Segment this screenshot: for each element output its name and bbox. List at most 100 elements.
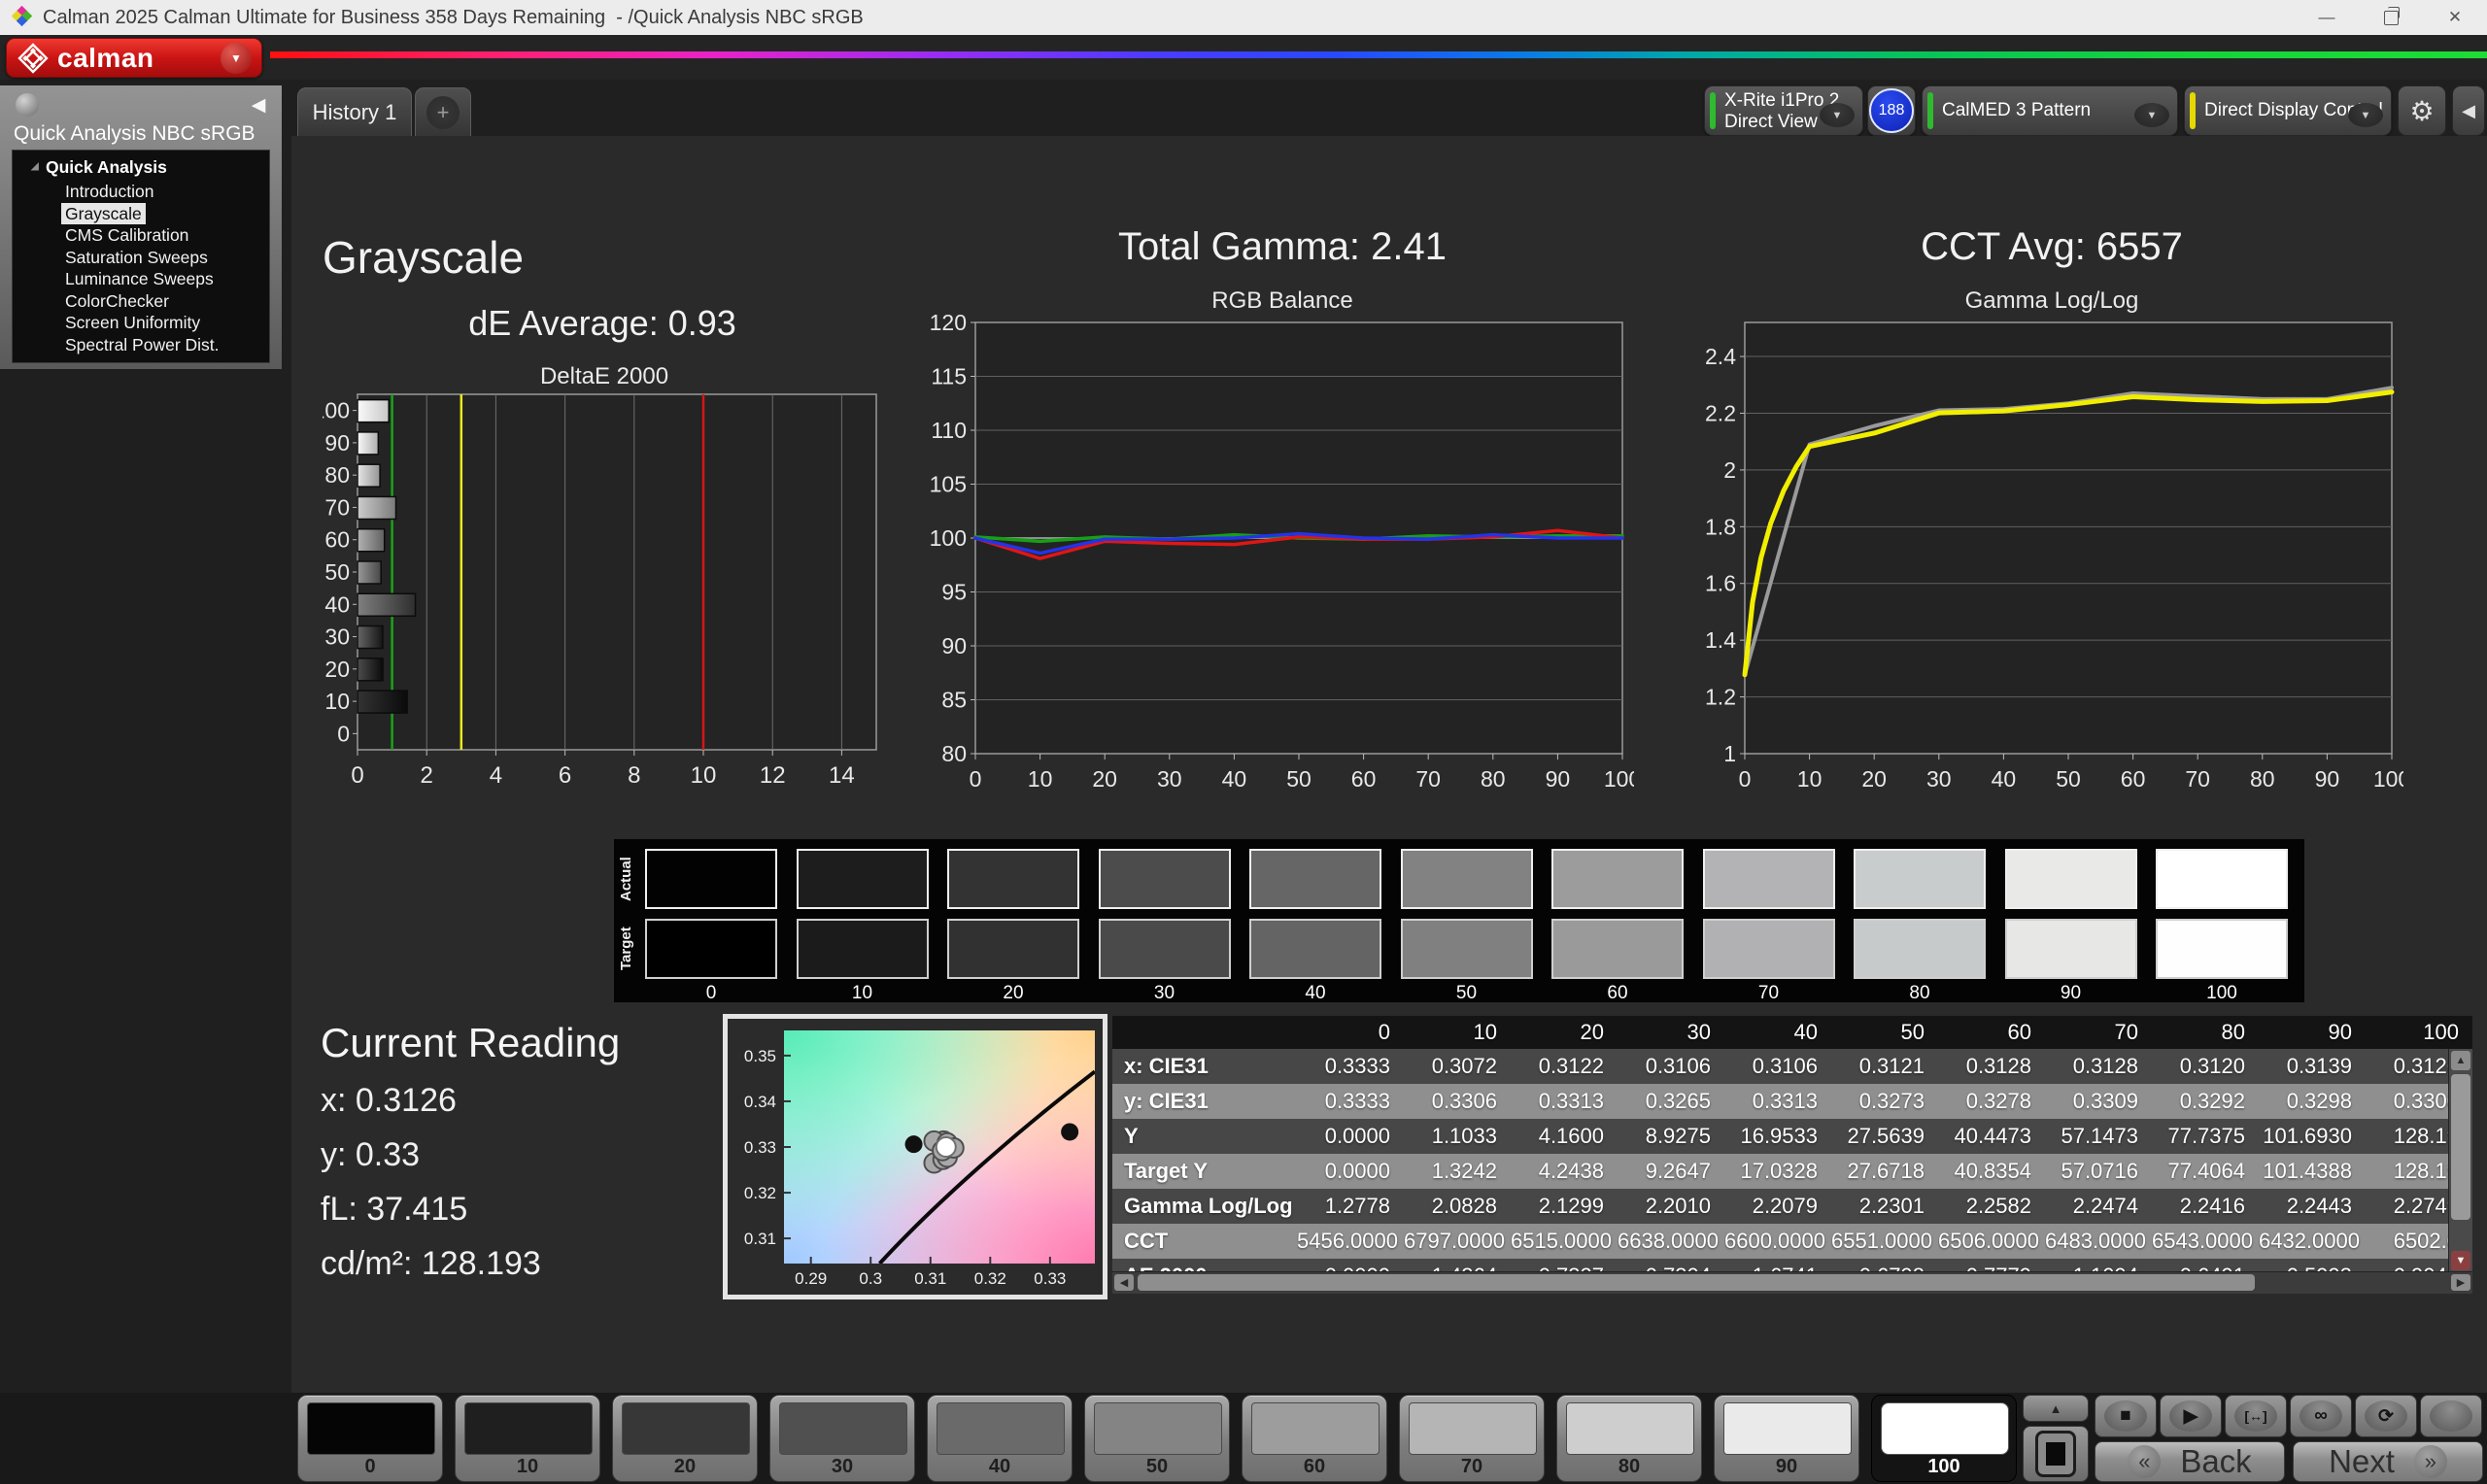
sidebar-item-saturation-sweeps[interactable]: Saturation Sweeps — [61, 247, 212, 269]
table-cell: 0.3106 — [1618, 1049, 1724, 1084]
pattern-list-up-button[interactable]: ▲ — [2023, 1395, 2089, 1422]
svg-text:0: 0 — [970, 766, 982, 792]
svg-text:50: 50 — [1286, 766, 1312, 792]
svg-text:1.6: 1.6 — [1705, 571, 1736, 596]
meter-status-accent — [1710, 92, 1716, 129]
sidebar-item-cms-calibration[interactable]: CMS Calibration — [61, 224, 192, 247]
display-control-dropdown[interactable]: Direct Display Control ▼ — [2184, 85, 2392, 136]
table-cell: 0.3292 — [2152, 1084, 2259, 1119]
table-cell: 0.3128 — [1938, 1049, 2045, 1084]
pattern-level-button-30[interactable]: 30 — [769, 1395, 915, 1482]
sidebar-collapse-button[interactable]: ◀ — [245, 91, 272, 118]
scroll-down-icon[interactable]: ▼ — [2451, 1251, 2470, 1270]
pattern-level-button-60[interactable]: 60 — [1242, 1395, 1387, 1482]
pattern-level-label: 30 — [770, 1456, 914, 1478]
pattern-level-button-20[interactable]: 20 — [612, 1395, 758, 1482]
scroll-up-icon[interactable]: ▲ — [2451, 1051, 2470, 1070]
sidebar-item-colorchecker[interactable]: ColorChecker — [61, 290, 173, 313]
pattern-generator-dropdown[interactable]: CalMED 3 Pattern Generator ▼ — [1922, 85, 2178, 136]
continuous-icon: ∞ — [2300, 1400, 2342, 1432]
svg-text:30: 30 — [1157, 766, 1182, 792]
rainbow-accent-strip — [270, 51, 2487, 58]
vertical-scroll-thumb[interactable] — [2451, 1074, 2470, 1220]
svg-text:100: 100 — [323, 398, 350, 423]
sidebar-knob-icon[interactable] — [16, 93, 39, 117]
meter-dropdown[interactable]: X-Rite i1Pro 2 Direct View ▼ — [1704, 85, 1863, 136]
sidebar-item-luminance-sweeps[interactable]: Luminance Sweeps — [61, 268, 218, 290]
next-button[interactable]: Next» — [2293, 1441, 2483, 1482]
cie-gamut-plot — [784, 1030, 1095, 1264]
table-cell: 2.2079 — [1724, 1189, 1831, 1224]
actual-swatch-90 — [2005, 849, 2137, 909]
tab-history-1[interactable]: History 1 — [297, 87, 412, 136]
svg-text:20: 20 — [324, 657, 350, 682]
play-button[interactable]: ▶ — [2160, 1395, 2222, 1437]
sidebar-item-introduction[interactable]: Introduction — [61, 181, 157, 203]
svg-text:105: 105 — [931, 472, 967, 497]
svg-text:70: 70 — [1415, 766, 1441, 792]
pattern-level-button-0[interactable]: 0 — [297, 1395, 443, 1482]
pattern-level-button-90[interactable]: 90 — [1714, 1395, 1859, 1482]
blank-button[interactable] — [2420, 1395, 2482, 1437]
strip-level-label-50: 50 — [1401, 983, 1533, 1004]
meter-count-button[interactable]: 188 — [1867, 85, 1916, 136]
table-horizontal-scrollbar[interactable]: ◀▶ — [1112, 1271, 2472, 1294]
continuous-button[interactable]: ∞ — [2290, 1395, 2352, 1437]
settings-button[interactable]: ⚙ — [2398, 85, 2446, 136]
blank-icon — [2430, 1400, 2472, 1432]
tree-root-quick-analysis[interactable]: ◢ Quick Analysis — [46, 157, 167, 181]
svg-text:40: 40 — [1992, 766, 2017, 792]
page-title: Grayscale — [323, 231, 524, 284]
workflow-tree: ◢ Quick Analysis IntroductionGrayscaleCM… — [12, 150, 270, 363]
scroll-right-icon[interactable]: ▶ — [2451, 1274, 2470, 1291]
pattern-level-button-50[interactable]: 50 — [1084, 1395, 1230, 1482]
pattern-swatch — [622, 1402, 750, 1455]
svg-text:60: 60 — [1351, 766, 1377, 792]
stop-button[interactable]: ■ — [2095, 1395, 2157, 1437]
pattern-level-label: 100 — [1872, 1456, 2016, 1478]
pattern-level-button-80[interactable]: 80 — [1556, 1395, 1702, 1482]
table-column-header-90: 90 — [2259, 1016, 2366, 1049]
sidebar-item-grayscale[interactable]: Grayscale — [61, 203, 146, 225]
minimize-button[interactable]: — — [2295, 0, 2359, 35]
scroll-left-icon[interactable]: ◀ — [1114, 1274, 1134, 1291]
actual-swatch-50 — [1401, 849, 1533, 909]
close-button[interactable]: ✕ — [2423, 0, 2487, 35]
reading-cdm2-value: cd/m²: 128.193 — [321, 1245, 709, 1299]
pattern-level-button-100[interactable]: 100 — [1871, 1395, 2017, 1482]
gamma-chart-title: Gamma Log/Log — [1700, 287, 2403, 315]
panel-collapse-button[interactable]: ◀ — [2452, 85, 2485, 136]
tree-expander-icon[interactable]: ◢ — [31, 161, 39, 172]
pattern-window-button[interactable] — [2023, 1426, 2089, 1482]
pattern-level-button-70[interactable]: 70 — [1399, 1395, 1545, 1482]
actual-swatch-20 — [947, 849, 1079, 909]
pattern-level-label: 70 — [1400, 1456, 1544, 1478]
sidebar-item-screen-uniformity[interactable]: Screen Uniformity — [61, 312, 204, 334]
table-vertical-scrollbar[interactable]: ▲▼ — [2448, 1049, 2472, 1272]
calman-menu-button[interactable]: calman ▼ — [6, 38, 262, 78]
target-swatch-90 — [2005, 919, 2137, 979]
loop-icon: ⟳ — [2365, 1400, 2407, 1432]
strip-level-label-60: 60 — [1551, 983, 1684, 1004]
target-swatch-50 — [1401, 919, 1533, 979]
add-tab-icon: + — [426, 96, 460, 129]
table-cell: 2.2474 — [2045, 1189, 2152, 1224]
svg-text:10: 10 — [691, 762, 717, 789]
table-cell: 2.2416 — [2152, 1189, 2259, 1224]
restore-button[interactable] — [2359, 0, 2423, 35]
table-cell: 0.3333 — [1297, 1049, 1404, 1084]
table-row: Gamma Log/Log1.27782.08282.12992.20102.2… — [1112, 1189, 2472, 1224]
table-cell: 0.3072 — [1404, 1049, 1511, 1084]
back-button[interactable]: «Back — [2095, 1441, 2285, 1482]
pattern-size-button[interactable]: [↔] — [2225, 1395, 2287, 1437]
add-tab-button[interactable]: + — [415, 87, 471, 136]
cie-xtick-0.31: 0.31 — [902, 1269, 960, 1289]
pattern-level-button-40[interactable]: 40 — [927, 1395, 1073, 1482]
svg-text:0: 0 — [337, 721, 350, 746]
sidebar-item-spectral-power-dist[interactable]: Spectral Power Dist. — [61, 334, 223, 356]
pattern-level-button-10[interactable]: 10 — [455, 1395, 600, 1482]
table-cell: 0.3106 — [1724, 1049, 1831, 1084]
horizontal-scroll-thumb[interactable] — [1138, 1274, 2255, 1291]
loop-button[interactable]: ⟳ — [2355, 1395, 2417, 1437]
svg-text:30: 30 — [1926, 766, 1952, 792]
